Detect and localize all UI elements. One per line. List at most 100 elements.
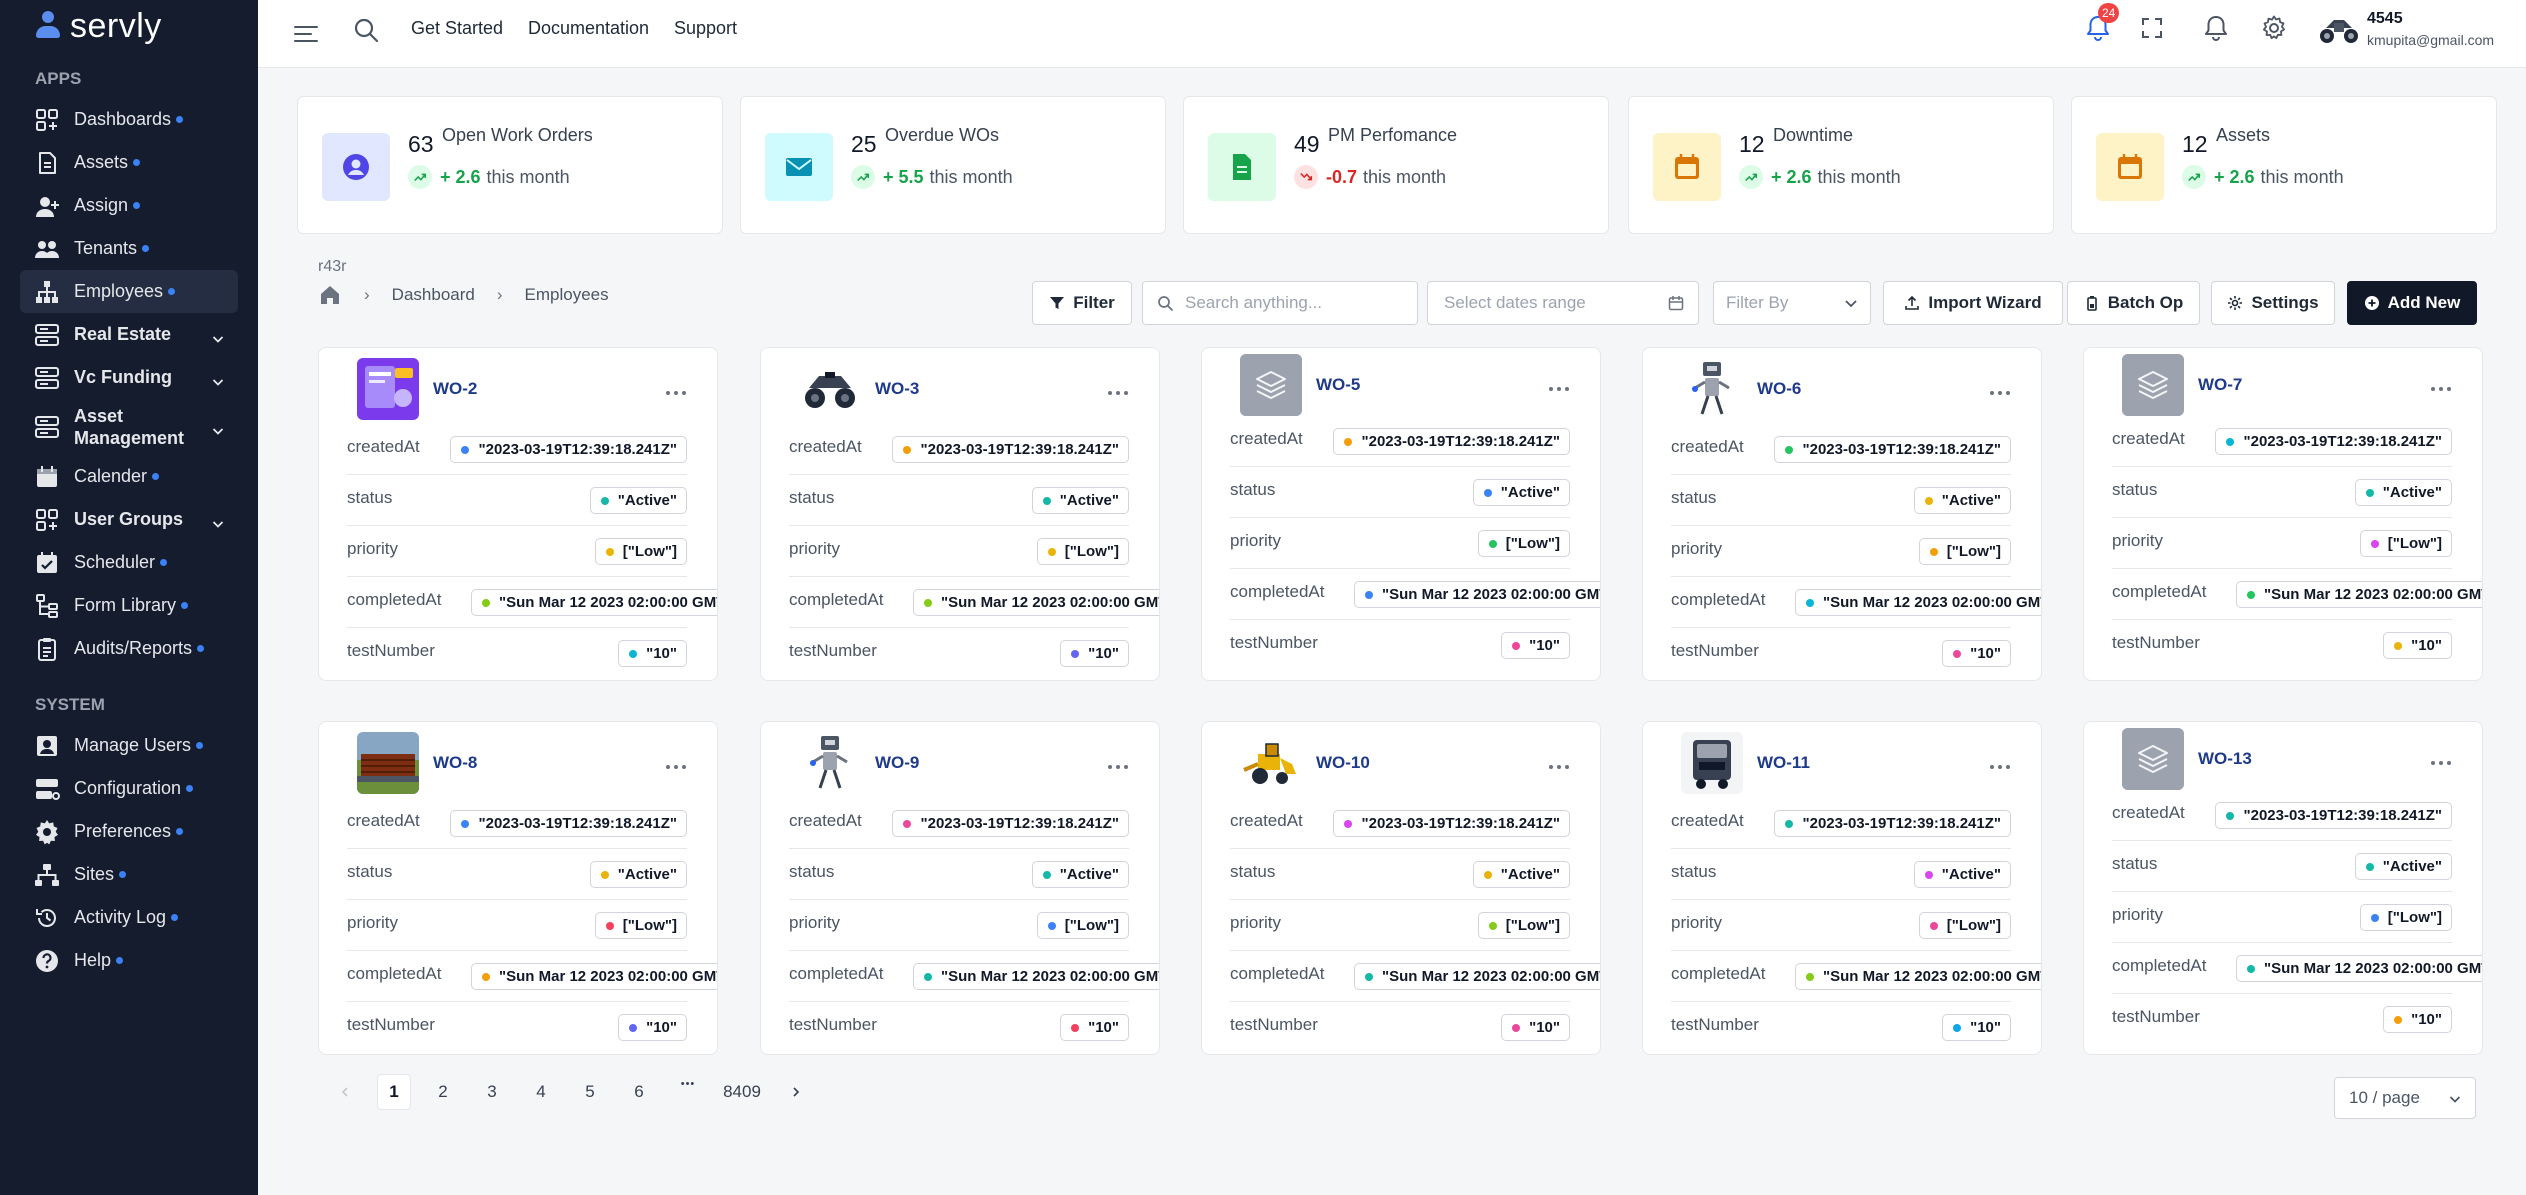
page-4[interactable]: 4 xyxy=(524,1074,558,1110)
sidebar-item-tenants[interactable]: Tenants xyxy=(20,227,238,270)
field-row-completedat: completedAt "Sun Mar 12 2023 02:00:00 GM… xyxy=(2112,569,2482,620)
chevron-down-icon[interactable] xyxy=(212,329,224,343)
page-size-select[interactable]: 10 / page xyxy=(2334,1077,2476,1119)
work-order-id[interactable]: WO-11 xyxy=(1757,753,1810,773)
brand-logo[interactable]: servly xyxy=(0,0,258,52)
work-order-card[interactable]: WO-11 createdAt "2023-03-19T12:39:18.241… xyxy=(1642,721,2042,1055)
sidebar-item-user-groups[interactable]: User Groups xyxy=(20,498,238,541)
more-options-icon[interactable] xyxy=(1107,390,1129,396)
work-order-id[interactable]: WO-13 xyxy=(2198,749,2252,769)
sidebar-item-help[interactable]: Help xyxy=(20,939,238,982)
work-order-card[interactable]: WO-2 createdAt "2023-03-19T12:39:18.241Z… xyxy=(318,347,718,681)
filter-by-select[interactable]: Filter By xyxy=(1713,281,1871,325)
sidebar-item-scheduler[interactable]: Scheduler xyxy=(20,541,238,584)
chevron-down-icon[interactable] xyxy=(212,421,224,435)
work-order-card[interactable]: WO-5 createdAt "2023-03-19T12:39:18.241Z… xyxy=(1201,347,1601,681)
filter-button[interactable]: Filter xyxy=(1032,281,1132,325)
field-row-status: status "Active" xyxy=(2112,467,2452,518)
work-order-card[interactable]: WO-7 createdAt "2023-03-19T12:39:18.241Z… xyxy=(2083,347,2483,681)
bell-icon[interactable] xyxy=(2203,14,2229,42)
support-link[interactable]: Support xyxy=(674,18,737,39)
sidebar-item-configuration[interactable]: Configuration xyxy=(20,767,238,810)
chevron-down-icon[interactable] xyxy=(212,372,224,386)
sidebar-item-assign[interactable]: Assign xyxy=(20,184,238,227)
stat-card[interactable]: 25 + 5.5 this month Overdue WOs xyxy=(740,96,1166,234)
stat-card[interactable]: 49 -0.7 this month PM Perfomance xyxy=(1183,96,1609,234)
field-label: createdAt xyxy=(2112,429,2185,448)
sidebar-item-audits-reports[interactable]: Audits/Reports xyxy=(20,627,238,670)
work-order-id[interactable]: WO-5 xyxy=(1316,375,1360,395)
search-input[interactable]: Search anything... xyxy=(1142,281,1418,325)
sidebar-item-manage-users[interactable]: Manage Users xyxy=(20,724,238,767)
add-new-button[interactable]: Add New xyxy=(2347,281,2477,325)
more-options-icon[interactable] xyxy=(2430,386,2452,392)
work-order-id[interactable]: WO-6 xyxy=(1757,379,1801,399)
page-1[interactable]: 1 xyxy=(377,1074,411,1110)
batch-op-button[interactable]: Batch Op xyxy=(2067,281,2200,325)
import-wizard-button[interactable]: Import Wizard xyxy=(1883,281,2063,325)
more-options-icon[interactable] xyxy=(665,764,687,770)
work-order-card[interactable]: WO-6 createdAt "2023-03-19T12:39:18.241Z… xyxy=(1642,347,2042,681)
stat-card[interactable]: 12 + 2.6 this month Downtime xyxy=(1628,96,2054,234)
fullscreen-icon[interactable] xyxy=(2141,17,2163,39)
work-order-card[interactable]: WO-10 createdAt "2023-03-19T12:39:18.241… xyxy=(1201,721,1601,1055)
prev-page-icon[interactable] xyxy=(328,1074,362,1110)
color-dot xyxy=(461,819,470,828)
sidebar-item-assets[interactable]: Assets xyxy=(20,141,238,184)
page-last[interactable]: 8409 xyxy=(720,1074,764,1110)
sidebar-item-asset-management[interactable]: Asset Management xyxy=(20,399,238,455)
stat-card[interactable]: 63 + 2.6 this month Open Work Orders xyxy=(297,96,723,234)
more-options-icon[interactable] xyxy=(665,390,687,396)
more-options-icon[interactable] xyxy=(1989,764,2011,770)
work-order-card[interactable]: WO-9 createdAt "2023-03-19T12:39:18.241Z… xyxy=(760,721,1160,1055)
chevron-down-icon[interactable] xyxy=(212,514,224,528)
more-options-icon[interactable] xyxy=(1548,386,1570,392)
sidebar-item-vc-funding[interactable]: Vc Funding xyxy=(20,356,238,399)
user-avatar[interactable] xyxy=(2318,14,2360,44)
next-page-icon[interactable] xyxy=(779,1074,813,1110)
more-options-icon[interactable] xyxy=(1107,764,1129,770)
get-started-link[interactable]: Get Started xyxy=(411,18,503,39)
field-row-testnumber: testNumber "10" xyxy=(2112,994,2452,1045)
page-ellipsis[interactable]: ••• xyxy=(671,1074,705,1110)
work-order-card[interactable]: WO-13 createdAt "2023-03-19T12:39:18.241… xyxy=(2083,721,2483,1055)
page-2[interactable]: 2 xyxy=(426,1074,460,1110)
settings-button[interactable]: Settings xyxy=(2211,281,2335,325)
work-order-id[interactable]: WO-9 xyxy=(875,753,919,773)
sidebar-item-calender[interactable]: Calender xyxy=(20,455,238,498)
search-icon[interactable] xyxy=(352,16,380,44)
work-order-card[interactable]: WO-3 createdAt "2023-03-19T12:39:18.241Z… xyxy=(760,347,1160,681)
work-order-id[interactable]: WO-7 xyxy=(2198,375,2242,395)
sidebar-item-preferences[interactable]: Preferences xyxy=(20,810,238,853)
work-order-id[interactable]: WO-3 xyxy=(875,379,919,399)
color-dot xyxy=(1488,539,1497,548)
work-order-id[interactable]: WO-8 xyxy=(433,753,477,773)
gear-icon[interactable] xyxy=(2260,14,2288,42)
more-options-icon[interactable] xyxy=(1548,764,1570,770)
sidebar-item-form-library[interactable]: Form Library xyxy=(20,584,238,627)
field-value: ["Low"] xyxy=(1505,917,1560,934)
field-row-status: status "Active" xyxy=(347,475,687,526)
work-order-id[interactable]: WO-10 xyxy=(1316,753,1370,773)
more-options-icon[interactable] xyxy=(2430,760,2452,766)
page-3[interactable]: 3 xyxy=(475,1074,509,1110)
breadcrumb-dashboard[interactable]: Dashboard xyxy=(392,285,475,305)
sidebar-item-sites[interactable]: Sites xyxy=(20,853,238,896)
work-order-id[interactable]: WO-2 xyxy=(433,379,477,399)
home-icon[interactable] xyxy=(318,283,342,307)
sidebar-item-real-estate[interactable]: Real Estate xyxy=(20,313,238,356)
more-options-icon[interactable] xyxy=(1989,390,2011,396)
sidebar-item-employees[interactable]: Employees xyxy=(20,270,238,313)
field-row-createdat: createdAt "2023-03-19T12:39:18.241Z" xyxy=(2112,790,2452,841)
page-5[interactable]: 5 xyxy=(573,1074,607,1110)
field-label: priority xyxy=(2112,531,2164,550)
sidebar-item-dashboards[interactable]: Dashboards xyxy=(20,98,238,141)
menu-toggle-icon[interactable] xyxy=(294,24,318,44)
stat-card[interactable]: 12 + 2.6 this month Assets xyxy=(2071,96,2497,234)
field-label: priority xyxy=(347,539,399,558)
documentation-link[interactable]: Documentation xyxy=(528,18,649,39)
sidebar-item-activity-log[interactable]: Activity Log xyxy=(20,896,238,939)
page-6[interactable]: 6 xyxy=(622,1074,656,1110)
work-order-card[interactable]: WO-8 createdAt "2023-03-19T12:39:18.241Z… xyxy=(318,721,718,1055)
date-range-picker[interactable]: Select dates range xyxy=(1427,281,1699,325)
